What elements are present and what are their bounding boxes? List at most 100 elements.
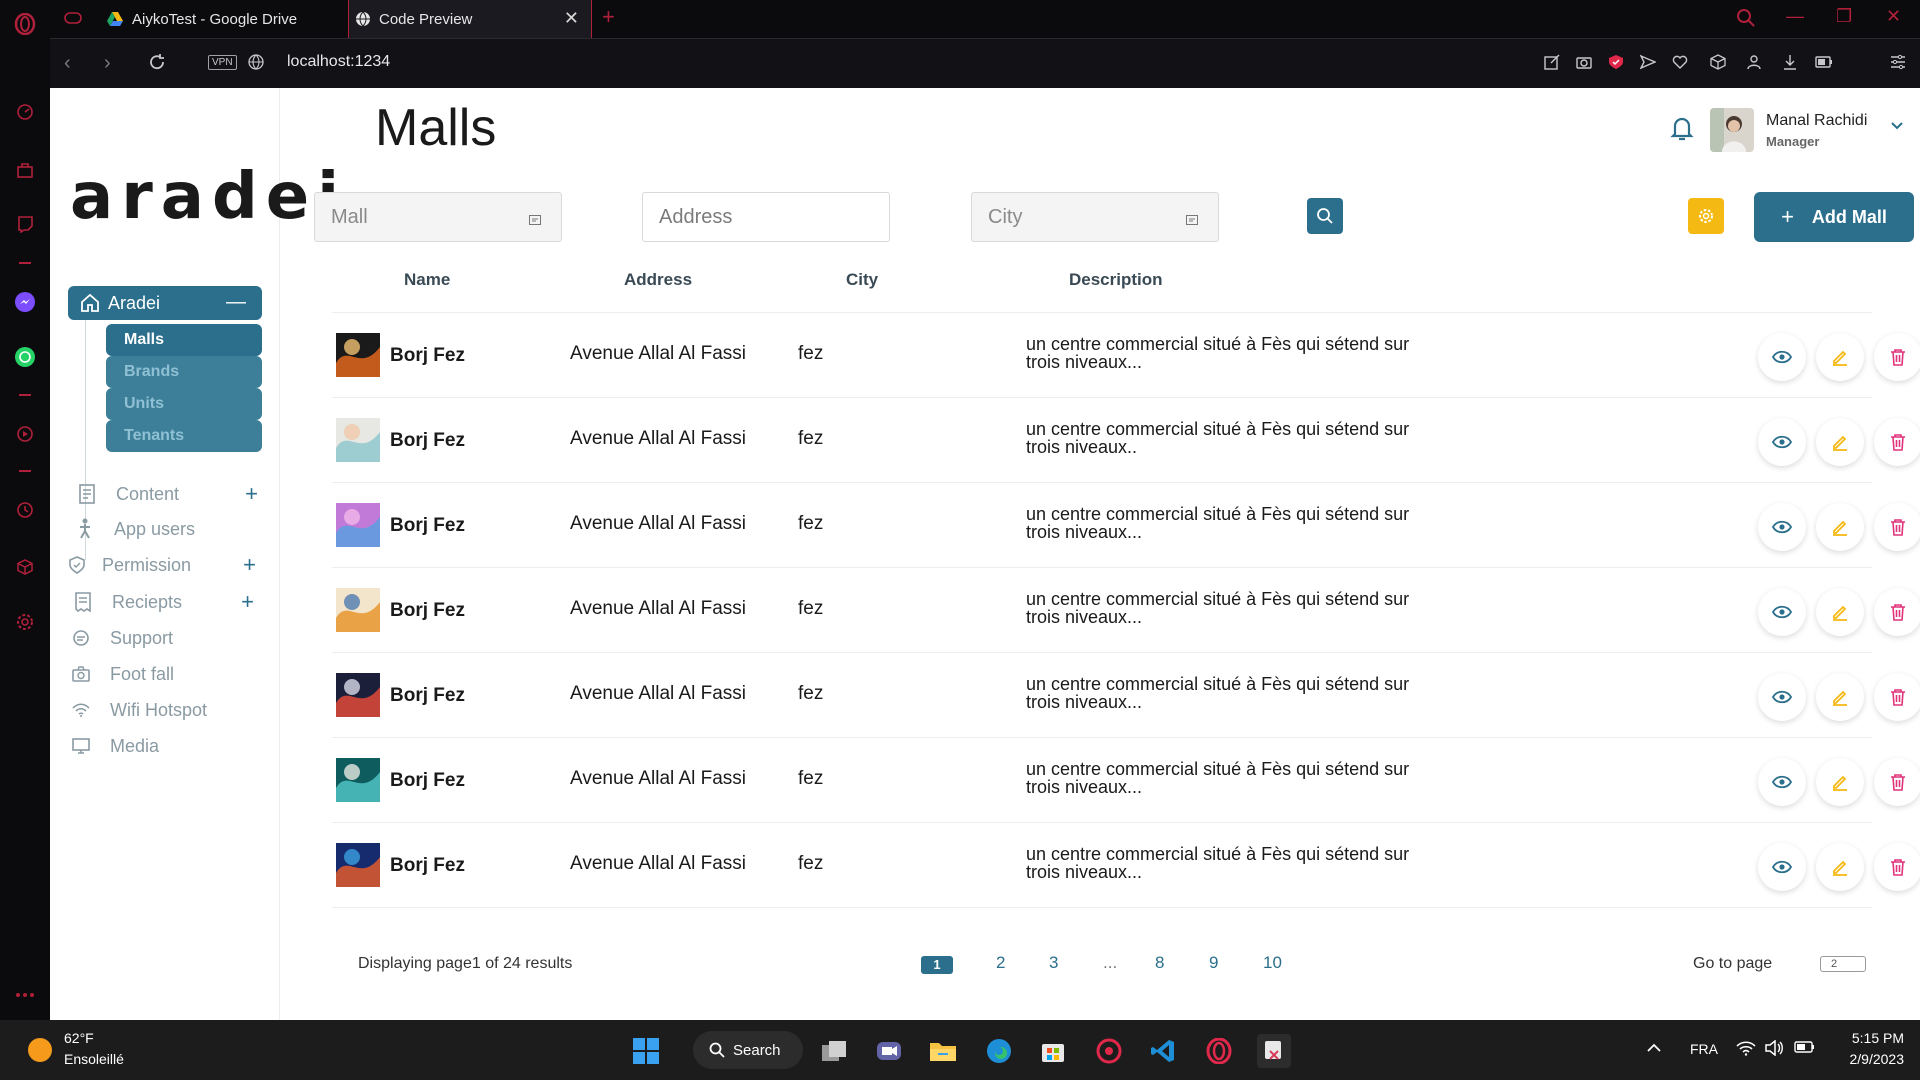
page-button-9[interactable]: 9 [1209,953,1218,973]
edge-browser-icon[interactable] [982,1034,1016,1068]
sidebar-subitem-units[interactable]: Units [106,388,262,420]
delete-button[interactable] [1874,333,1920,381]
close-icon[interactable]: ✕ [564,8,579,29]
back-icon[interactable]: ‹ [64,52,71,75]
column-header-name[interactable]: Name [404,270,450,290]
search-tabs-icon[interactable] [1736,8,1756,33]
weather-condition[interactable]: Ensoleillé [64,1051,124,1067]
weather-temperature[interactable]: 62°F [64,1030,94,1046]
column-header-city[interactable]: City [846,270,878,290]
opera-gx-icon[interactable] [1092,1034,1126,1068]
page-button-1[interactable]: 1 [921,956,953,974]
settings-gear-icon[interactable] [13,610,37,634]
edit-button[interactable] [1816,843,1864,891]
heart-icon[interactable] [1670,52,1690,72]
history-icon[interactable] [13,498,37,522]
opera-logo-icon[interactable] [13,12,37,36]
messenger-icon[interactable] [13,290,37,314]
snapshot-edit-icon[interactable] [1542,52,1562,72]
vscode-icon[interactable] [1146,1034,1180,1068]
file-explorer-icon[interactable] [926,1034,960,1068]
tab-code-preview[interactable]: Code Preview ✕ [348,0,592,38]
easy-setup-icon[interactable] [1888,52,1908,72]
table-row[interactable]: Borj Fez Avenue Allal Al Fassi fez un centr… [332,568,1920,653]
windows-start-icon[interactable] [629,1034,663,1068]
page-button-10[interactable]: 10 [1263,953,1282,973]
sidebar-subitem-brands[interactable]: Brands [106,356,262,388]
table-row[interactable]: Borj Fez Avenue Allal Al Fassi fez un centr… [332,738,1920,823]
site-info-globe-icon[interactable] [248,54,264,75]
column-header-description[interactable]: Description [1069,270,1163,290]
extensions-cube-icon[interactable] [13,555,37,579]
sidebar-item-support[interactable]: Support [70,623,260,653]
sun-weather-icon[interactable] [28,1038,52,1062]
edit-button[interactable] [1816,418,1864,466]
page-button-3[interactable]: 3 [1049,953,1058,973]
notification-bell-icon[interactable] [1667,113,1697,143]
search-button[interactable] [1307,198,1343,234]
sidebar-item-media[interactable]: Media [70,731,260,761]
gamepad-icon[interactable] [64,10,82,31]
city-select[interactable]: City [971,192,1219,242]
wifi-icon[interactable] [1736,1040,1756,1059]
table-row[interactable]: Borj Fez Avenue Allal Al Fassi fez un centr… [332,653,1920,738]
address-input[interactable]: Address [642,192,890,242]
edit-button[interactable] [1816,673,1864,721]
table-row[interactable]: Borj Fez Avenue Allal Al Fassi fez un centr… [332,483,1920,568]
view-button[interactable] [1758,843,1806,891]
new-tab-plus-icon[interactable]: + [602,4,615,30]
cube-icon[interactable] [1708,52,1728,72]
add-permission-plus-icon[interactable]: + [243,552,256,578]
view-button[interactable] [1758,503,1806,551]
user-name[interactable]: Manal Rachidi [1766,112,1867,130]
battery-saver-icon[interactable] [1814,52,1834,72]
player-icon[interactable] [13,422,37,446]
microsoft-store-icon[interactable] [1036,1034,1070,1068]
delete-button[interactable] [1874,503,1920,551]
vpn-badge[interactable]: VPN [208,55,237,70]
edit-button[interactable] [1816,588,1864,636]
delete-button[interactable] [1874,418,1920,466]
edit-button[interactable] [1816,758,1864,806]
sidebar-item-permission[interactable]: Permission + [66,550,256,580]
shopping-icon[interactable] [13,158,37,182]
twitch-icon[interactable] [13,212,37,236]
delete-button[interactable] [1874,843,1920,891]
view-button[interactable] [1758,588,1806,636]
add-content-plus-icon[interactable]: + [245,481,258,507]
window-close-icon[interactable]: ✕ [1886,6,1901,27]
sidebar-item-reciepts[interactable]: Reciepts + [72,587,262,617]
volume-icon[interactable] [1764,1039,1784,1059]
clock-date[interactable]: 2/9/2023 [1830,1051,1905,1067]
view-button[interactable] [1758,333,1806,381]
column-header-address[interactable]: Address [624,270,692,290]
speed-dial-icon[interactable] [13,100,37,124]
send-icon[interactable] [1638,52,1658,72]
whatsapp-icon[interactable] [13,345,37,369]
mall-select[interactable]: Mall [314,192,562,242]
sidebar-item-app-users[interactable]: App users [74,514,264,544]
task-view-icon[interactable] [817,1034,851,1068]
opera-browser-icon[interactable] [1202,1034,1236,1068]
view-button[interactable] [1758,418,1806,466]
delete-button[interactable] [1874,673,1920,721]
collapse-icon[interactable]: — [226,291,246,314]
input-language[interactable]: FRA [1690,1041,1718,1057]
reload-icon[interactable] [148,53,166,76]
teams-chat-icon[interactable] [872,1034,906,1068]
adblock-shield-icon[interactable] [1606,52,1626,72]
sidebar-item-foot-fall[interactable]: Foot fall [70,659,260,689]
sidebar-item-wifi-hotspot[interactable]: Wifi Hotspot [70,695,260,725]
edit-button[interactable] [1816,333,1864,381]
page-button-8[interactable]: 8 [1155,953,1164,973]
edit-button[interactable] [1816,503,1864,551]
chevron-up-icon[interactable] [1646,1040,1662,1056]
sidebar-subitem-tenants[interactable]: Tenants [106,420,262,452]
go-to-page-input[interactable]: 2 [1820,956,1866,972]
delete-button[interactable] [1874,588,1920,636]
url-field[interactable]: localhost:1234 [287,53,390,71]
chevron-down-icon[interactable] [1890,118,1904,134]
clock-time[interactable]: 5:15 PM [1840,1030,1904,1046]
minimize-icon[interactable]: — [1786,6,1804,27]
camera-snapshot-icon[interactable] [1574,52,1594,72]
